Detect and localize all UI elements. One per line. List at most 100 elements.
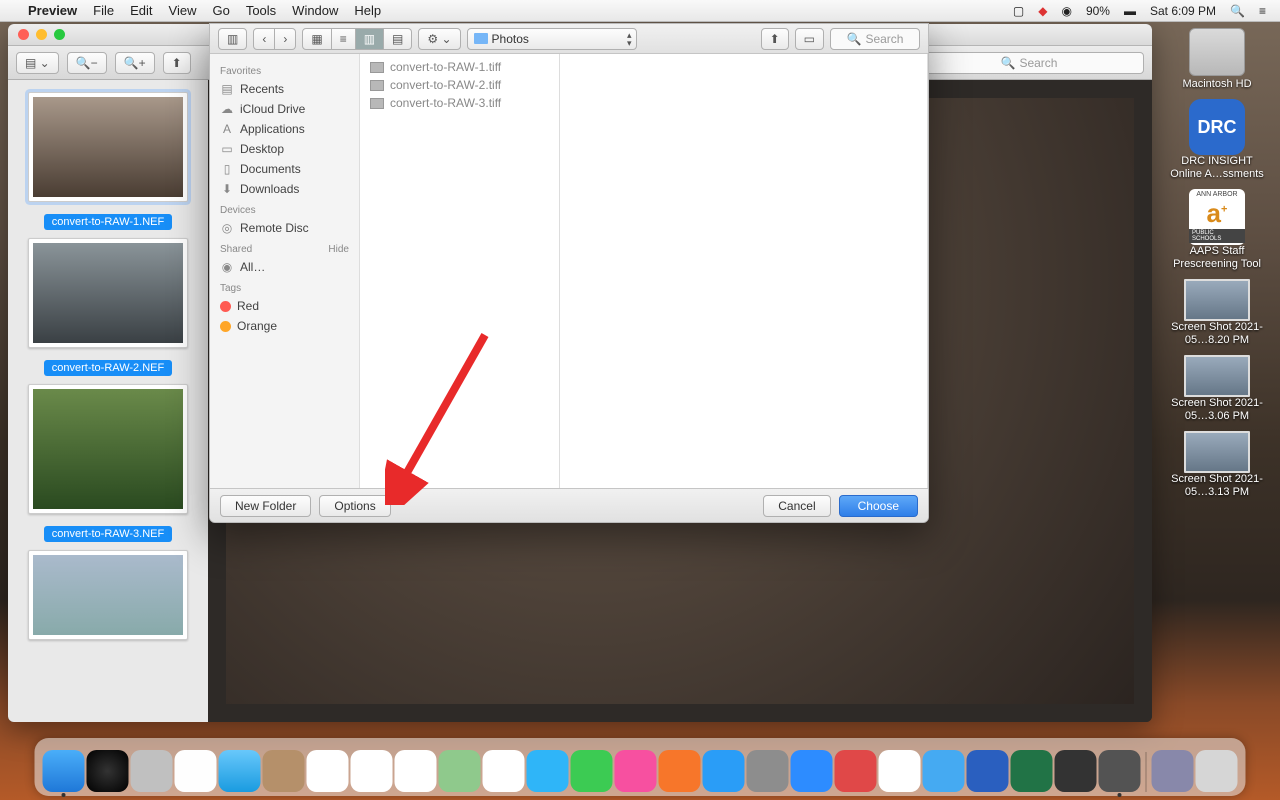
thumbnail[interactable] [28, 384, 188, 514]
dock-app-finder[interactable] [43, 750, 85, 792]
thumbnail[interactable] [28, 550, 188, 640]
dock-app-chrome[interactable] [879, 750, 921, 792]
sidebar-item-icloud[interactable]: ☁iCloud Drive [210, 99, 359, 119]
sidebar-item-label: Red [237, 299, 259, 313]
wifi-icon[interactable]: ◉ [1061, 4, 1071, 18]
list-view-button[interactable]: ≡ [332, 28, 356, 50]
dock-app-facetime[interactable] [571, 750, 613, 792]
sheet-search[interactable]: 🔍 Search [830, 28, 920, 50]
file-column[interactable]: convert-to-RAW-1.tiff convert-to-RAW-2.t… [360, 54, 560, 488]
preview-column [560, 54, 928, 488]
sidebar-item-label: Orange [237, 319, 277, 333]
dock-app-zoom[interactable] [791, 750, 833, 792]
dock-trash[interactable] [1196, 750, 1238, 792]
file-row[interactable]: convert-to-RAW-1.tiff [360, 58, 559, 76]
thumbnail-label[interactable]: convert-to-RAW-1.NEF [44, 214, 172, 230]
sidebar-toggle-button[interactable]: ▥ [218, 28, 247, 50]
toolbar-search[interactable]: 🔍 Search [914, 52, 1144, 74]
menu-go[interactable]: Go [212, 3, 229, 18]
dock-app-ibooks[interactable] [659, 750, 701, 792]
desktop-item-aaps[interactable]: ANN ARBORa+PUBLIC SCHOOLS AAPS Staff Pre… [1164, 189, 1270, 271]
dock-app-preferences[interactable] [747, 750, 789, 792]
column-view-button[interactable]: ▥ [356, 28, 384, 50]
zoom-out-button[interactable]: 🔍− [67, 52, 107, 74]
dock-app-excel[interactable] [1011, 750, 1053, 792]
menu-window[interactable]: Window [292, 3, 338, 18]
desktop-item-screenshot[interactable]: Screen Shot 2021-05…3.06 PM [1164, 355, 1270, 423]
desktop-item-drc[interactable]: DRC DRC INSIGHT Online A…ssments [1164, 99, 1270, 181]
sidebar-item-desktop[interactable]: ▭Desktop [210, 139, 359, 159]
new-folder-button[interactable]: New Folder [220, 495, 311, 517]
menu-edit[interactable]: Edit [130, 3, 152, 18]
options-button[interactable]: Options [319, 495, 390, 517]
dock-app-notes[interactable] [351, 750, 393, 792]
share-button[interactable]: ⬆ [163, 52, 191, 74]
sidebar-toggle-button[interactable]: ▤ ⌄ [16, 52, 59, 74]
sidebar-item-all[interactable]: ◉All… [210, 257, 359, 277]
status-icon[interactable]: ◆ [1038, 4, 1047, 18]
choose-button[interactable]: Choose [839, 495, 918, 517]
desktop-item-screenshot[interactable]: Screen Shot 2021-05…8.20 PM [1164, 279, 1270, 347]
sidebar-hide-button[interactable]: Hide [328, 244, 349, 255]
menu-file[interactable]: File [93, 3, 114, 18]
dock-app-itunes[interactable] [615, 750, 657, 792]
dock-app-mail[interactable] [219, 750, 261, 792]
menu-tools[interactable]: Tools [246, 3, 276, 18]
dock-app-messages[interactable] [527, 750, 569, 792]
dock-app-safari[interactable] [175, 750, 217, 792]
dock-app-preview[interactable] [1099, 750, 1141, 792]
dock-app-photos[interactable] [483, 750, 525, 792]
dock-app[interactable] [1152, 750, 1194, 792]
dock-app-reminders[interactable] [395, 750, 437, 792]
dock-app-launchpad[interactable] [131, 750, 173, 792]
folder-dropdown[interactable]: Photos ▴▾ [467, 28, 637, 50]
dock-app-calendar[interactable] [307, 750, 349, 792]
dock-app[interactable] [1055, 750, 1097, 792]
sidebar-item-remote-disc[interactable]: ◎Remote Disc [210, 218, 359, 238]
thumbnail-image [33, 243, 183, 343]
sidebar-item-downloads[interactable]: ⬇Downloads [210, 179, 359, 199]
back-button[interactable]: ‹ [253, 28, 275, 50]
thumbnail-label[interactable]: convert-to-RAW-2.NEF [44, 360, 172, 376]
dock-app-maps[interactable] [439, 750, 481, 792]
tags-button[interactable]: ▭ [795, 28, 824, 50]
desktop-item-screenshot[interactable]: Screen Shot 2021-05…3.13 PM [1164, 431, 1270, 499]
dock-app-word[interactable] [967, 750, 1009, 792]
minimize-button[interactable] [36, 29, 47, 40]
file-row[interactable]: convert-to-RAW-2.tiff [360, 76, 559, 94]
desktop-item-hd[interactable]: Macintosh HD [1164, 28, 1270, 91]
sidebar-tag-red[interactable]: Red [210, 296, 359, 316]
sidebar-tag-orange[interactable]: Orange [210, 316, 359, 336]
forward-button[interactable]: › [275, 28, 296, 50]
dock-app-siri[interactable] [87, 750, 129, 792]
menu-view[interactable]: View [169, 3, 197, 18]
thumbnail-sidebar[interactable]: convert-to-RAW-1.NEF convert-to-RAW-2.NE… [8, 80, 208, 722]
group-button[interactable]: ⚙ ⌄ [418, 28, 460, 50]
cancel-button[interactable]: Cancel [763, 495, 830, 517]
battery-icon[interactable]: ▬ [1124, 4, 1136, 18]
dock-app[interactable] [835, 750, 877, 792]
close-button[interactable] [18, 29, 29, 40]
sidebar-item-applications[interactable]: AApplications [210, 119, 359, 139]
app-menu[interactable]: Preview [28, 3, 77, 18]
thumbnail[interactable] [28, 92, 188, 202]
thumbnail[interactable] [28, 238, 188, 348]
dock-app-appstore[interactable] [703, 750, 745, 792]
menubar-clock[interactable]: Sat 6:09 PM [1150, 4, 1216, 18]
menu-help[interactable]: Help [354, 3, 381, 18]
share-button[interactable]: ⬆ [761, 28, 789, 50]
sidebar-item-documents[interactable]: ▯Documents [210, 159, 359, 179]
dock-app-contacts[interactable] [263, 750, 305, 792]
icon-view-button[interactable]: ▦ [302, 28, 331, 50]
facetime-icon[interactable]: ▢ [1013, 4, 1024, 18]
zoom-button[interactable] [54, 29, 65, 40]
spotlight-icon[interactable]: 🔍 [1230, 4, 1245, 18]
thumbnail-label[interactable]: convert-to-RAW-3.NEF [44, 526, 172, 542]
file-icon [370, 62, 384, 73]
notification-center-icon[interactable]: ≡ [1259, 4, 1266, 18]
file-row[interactable]: convert-to-RAW-3.tiff [360, 94, 559, 112]
gallery-view-button[interactable]: ▤ [384, 28, 412, 50]
zoom-in-button[interactable]: 🔍+ [115, 52, 155, 74]
sidebar-item-recents[interactable]: ▤Recents [210, 79, 359, 99]
dock-app[interactable] [923, 750, 965, 792]
